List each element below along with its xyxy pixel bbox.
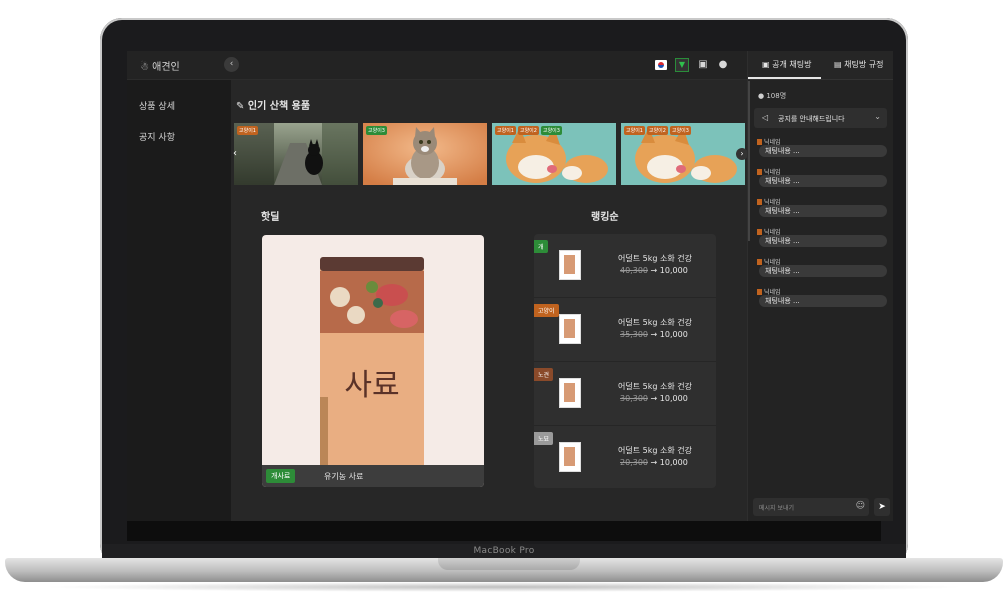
avatar [757,229,762,235]
chat-bubble: 채팅내용 ... [759,175,887,187]
list-item[interactable]: 고양이 어덜트 5kg 소화 건강 35,300 → 10,000 [534,298,716,362]
popular-carousel: 고양이1 고양이3 고양이1 고양이2 고양이3 고양이1 고양이2 고양이3 … [233,123,748,185]
top-bar: ☃ 애견인 ‹ ▼ ▣ ● [127,51,747,80]
category-badge: 개사료 [266,469,296,483]
slide-tag: 고양이1 [237,126,258,135]
carousel-prev-button[interactable]: ‹ [230,146,240,162]
base-shadow [40,582,968,592]
chat-bubble: 채팅내용 ... [759,295,887,307]
hotdeal-card[interactable]: 사료 개사료 유기농 사료 [262,235,484,487]
chat-panel: ▣ 공개 채팅방 ▤ 채팅방 규정 ● 108명 ◁ 공지를 안내해드립니다 ⌄… [747,51,893,521]
chat-input-box: ☺ [753,498,869,518]
product-thumbnail [559,250,581,280]
send-button[interactable]: ➤ [874,498,890,516]
slide-tag: 고양이2 [517,126,539,135]
avatar [757,199,762,205]
avatar [757,169,762,175]
user-icon: ● [758,92,765,100]
slide-tag: 고양이1 [624,126,645,135]
hotdeal-footer: 개사료 유기농 사료 [262,465,484,487]
rank-badge: 노묘 [534,432,554,445]
active-tab-indicator [748,77,821,79]
chat-message-input[interactable] [753,498,857,518]
product-thumbnail [559,314,581,344]
main-content: ✎ 인기 산책 용품 고양이1 고양이3 고양이1 고양이2 고양이3 고양이1… [231,80,748,521]
hotdeal-title: 핫딜 [261,212,280,223]
message-icon[interactable]: ▣ [697,59,709,71]
food-bag-image: 사료 [320,257,424,471]
avatar [757,289,762,295]
avatar [757,259,762,265]
rank-price: 35,300 → 10,000 [620,330,688,339]
slide-tags: 고양이1 [237,126,258,135]
emoji-icon[interactable]: ☺ [856,501,865,511]
rank-price: 20,300 → 10,000 [620,458,688,467]
laptop-base [5,558,1003,582]
pencil-icon: ✎ [236,101,245,112]
food-bag-label: 사료 [344,368,400,403]
list-item[interactable]: 노견 어덜트 5kg 소화 건강 30,300 → 10,000 [534,362,716,426]
chevron-down-icon[interactable]: ⌄ [874,112,881,121]
device-label: MacBook Pro [473,546,535,556]
chat-notice[interactable]: ◁ 공지를 안내해드립니다 ⌄ [754,108,887,128]
slide-tag: 고양이1 [495,126,516,135]
rank-product-name: 어덜트 5kg 소화 건강 [618,446,692,455]
chat-bubble: 채팅내용 ... [759,265,887,277]
carousel-slide[interactable]: 고양이3 [363,123,487,185]
sidebar: 상품 상세 공지 사항 [127,80,231,521]
korean-flag-icon[interactable] [655,60,667,70]
base-notch [438,558,580,570]
hotdeal-product-name: 유기농 사료 [324,472,364,481]
product-thumbnail [559,442,581,472]
app-logo[interactable]: ☃ 애견인 [140,58,180,73]
document-icon: ▤ [834,60,842,69]
rank-product-name: 어덜트 5kg 소화 건강 [618,254,692,263]
ranking-title: 랭킹순 [591,212,619,223]
chat-tabs: ▣ 공개 채팅방 ▤ 채팅방 규정 [748,51,893,80]
avatar [757,139,762,145]
rank-badge: 노견 [534,368,554,381]
chat-scrollbar[interactable] [748,81,750,241]
chat-bubble: 채팅내용 ... [759,145,887,157]
app-screen: ☃ 애견인 ‹ ▼ ▣ ● 상품 상세 공지 사항 ✎ 인기 산책 용품 고양이… [127,51,893,521]
product-thumbnail [559,378,581,408]
user-icon[interactable]: ● [717,59,729,71]
sidebar-item-product-detail[interactable]: 상품 상세 [139,99,175,112]
rank-price: 40,300 → 10,000 [620,266,688,275]
popular-section-title: ✎ 인기 산책 용품 [236,97,310,112]
chat-bubble: 채팅내용 ... [759,205,887,217]
rank-product-name: 어덜트 5kg 소화 건강 [618,318,692,327]
carousel-slide[interactable]: 고양이1 [234,123,358,185]
slide-tag: 고양이3 [669,126,691,135]
user-count: ● 108명 [758,92,787,100]
top-icons: ▼ ▣ ● [655,58,729,72]
popular-title-text: 인기 산책 용품 [247,101,311,112]
rank-product-name: 어덜트 5kg 소화 건강 [618,382,692,391]
carousel-slide[interactable]: 고양이1 고양이2 고양이3 [621,123,745,185]
rank-price: 30,300 → 10,000 [620,394,688,403]
rank-badge: 고양이 [534,304,559,317]
list-item[interactable]: 개 어덜트 5kg 소화 건강 40,300 → 10,000 [534,234,716,298]
tab-public-chat[interactable]: ▣ 공개 채팅방 [762,59,811,70]
chat-bubble-icon: ▣ [762,60,770,69]
tab-chat-rules[interactable]: ▤ 채팅방 규정 [834,59,883,70]
slide-tags: 고양이1 고양이2 고양이3 [495,126,562,135]
carousel-slide[interactable]: 고양이1 고양이2 고양이3 [492,123,616,185]
megaphone-icon: ◁ [762,113,769,122]
notice-text: 공지를 안내해드립니다 [778,115,845,123]
slide-tag: 고양이3 [540,126,562,135]
slide-tags: 고양이1 고양이2 고양이3 [624,126,691,135]
ranking-list: 개 어덜트 5kg 소화 건강 40,300 → 10,000 고양이 어덜트 … [534,234,716,488]
collapse-sidebar-button[interactable]: ‹ [224,57,239,72]
slide-tags: 고양이3 [366,126,387,135]
rank-badge: 개 [534,240,548,253]
chat-bubble: 채팅내용 ... [759,235,887,247]
dropdown-icon[interactable]: ▼ [675,58,689,72]
sidebar-item-notice[interactable]: 공지 사항 [139,130,175,143]
list-item[interactable]: 노묘 어덜트 5kg 소화 건강 20,300 → 10,000 [534,426,716,488]
slide-tag: 고양이2 [646,126,668,135]
slide-tag: 고양이3 [366,126,387,135]
